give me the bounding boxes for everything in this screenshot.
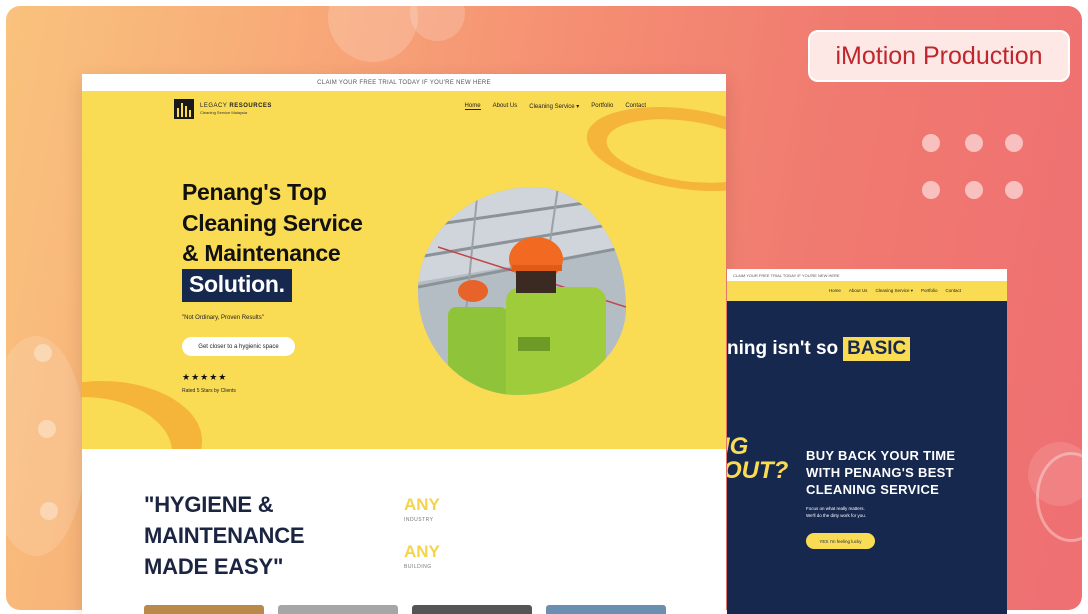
decor-circle: [328, 6, 418, 62]
main-site-mockup: CLAIM YOUR FREE TRIAL TODAY IF YOU'RE NE…: [82, 74, 726, 614]
gallery-thumbnail[interactable]: [278, 605, 398, 614]
decor-circle: [410, 6, 465, 41]
logo-name: LEGACY RESOURCES: [200, 103, 272, 109]
nav-contact[interactable]: Contact: [625, 103, 646, 110]
site-navbar: Home About Us Cleaning Service ▾ Portfol…: [727, 281, 1007, 301]
decor-dot: [1005, 134, 1023, 152]
second-headline: ning isn't so BASIC: [727, 337, 911, 361]
hero-cta-button[interactable]: Get closer to a hygienic space: [182, 337, 295, 356]
values-title: "HYGIENE & MAINTENANCE MADE EASY": [144, 492, 305, 579]
nav-about[interactable]: About Us: [493, 103, 518, 110]
hero-title-highlight: Solution.: [182, 269, 292, 302]
decor-dot: [38, 420, 56, 438]
second-cta-button[interactable]: YES I'm feeling lucky: [806, 533, 875, 549]
nav-cleaning-service[interactable]: Cleaning Service ▾: [529, 103, 579, 110]
site-menu: Home About Us Cleaning Service ▾ Portfol…: [829, 288, 961, 294]
side-large-text: IG OUT?: [727, 433, 789, 484]
decor-dot: [922, 181, 940, 199]
nav-portfolio[interactable]: Portfolio: [591, 103, 613, 110]
gallery-thumbnail[interactable]: [144, 605, 264, 614]
gallery-thumbnail[interactable]: [412, 605, 532, 614]
nav-cleaning-service[interactable]: Cleaning Service ▾: [875, 288, 913, 294]
hero-rating-text: Rated 5 Stars by Clients: [182, 388, 236, 394]
headline-highlight: BASIC: [843, 337, 911, 361]
star-icon: ★★★★★: [182, 372, 228, 382]
decor-dot: [965, 181, 983, 199]
second-site-mockup: CLAIM YOUR FREE TRIAL TODAY IF YOU'RE NE…: [727, 269, 1007, 614]
hero-title: Penang's Top Cleaning Service & Maintena…: [182, 179, 363, 266]
hero-section: LEGACY RESOURCES Cleaning Service Malays…: [82, 91, 726, 449]
site-navbar: LEGACY RESOURCES Cleaning Service Malays…: [82, 91, 726, 121]
logo-subtitle: Cleaning Service Malaysia: [200, 110, 248, 115]
decor-dot: [965, 134, 983, 152]
buyback-subtext: Focus on what really matters. We'll do t…: [806, 506, 867, 518]
nav-contact[interactable]: Contact: [945, 288, 961, 294]
nav-about[interactable]: About Us: [849, 288, 868, 294]
announcement-bar[interactable]: CLAIM YOUR FREE TRIAL TODAY IF YOU'RE NE…: [82, 74, 726, 91]
values-section: "HYGIENE & MAINTENANCE MADE EASY" ANY IN…: [82, 449, 726, 614]
buyback-heading: BUY BACK YOUR TIME WITH PENANG'S BEST CL…: [806, 448, 956, 497]
any-building: ANY BUILDING: [404, 542, 440, 570]
decor-circle: [6, 336, 86, 556]
announcement-bar[interactable]: CLAIM YOUR FREE TRIAL TODAY IF YOU'RE NE…: [727, 269, 1007, 281]
decor-dot: [922, 134, 940, 152]
hero-photo-workers: [418, 187, 626, 395]
gallery-thumbnail[interactable]: [546, 605, 666, 614]
site-menu: Home About Us Cleaning Service ▾ Portfol…: [464, 103, 646, 110]
decor-dot: [34, 344, 52, 362]
decor-dot: [1005, 181, 1023, 199]
any-industry: ANY INDUSTRY: [404, 495, 440, 523]
site-logo[interactable]: LEGACY RESOURCES Cleaning Service Malays…: [174, 99, 272, 119]
nav-home[interactable]: Home: [829, 288, 841, 294]
nav-portfolio[interactable]: Portfolio: [921, 288, 938, 294]
hero-tagline: "Not Ordinary, Proven Results": [182, 315, 264, 321]
decor-dot: [40, 502, 58, 520]
logo-building-icon: [174, 99, 194, 119]
nav-home[interactable]: Home: [464, 103, 481, 110]
brand-badge: iMotion Production: [808, 30, 1070, 82]
